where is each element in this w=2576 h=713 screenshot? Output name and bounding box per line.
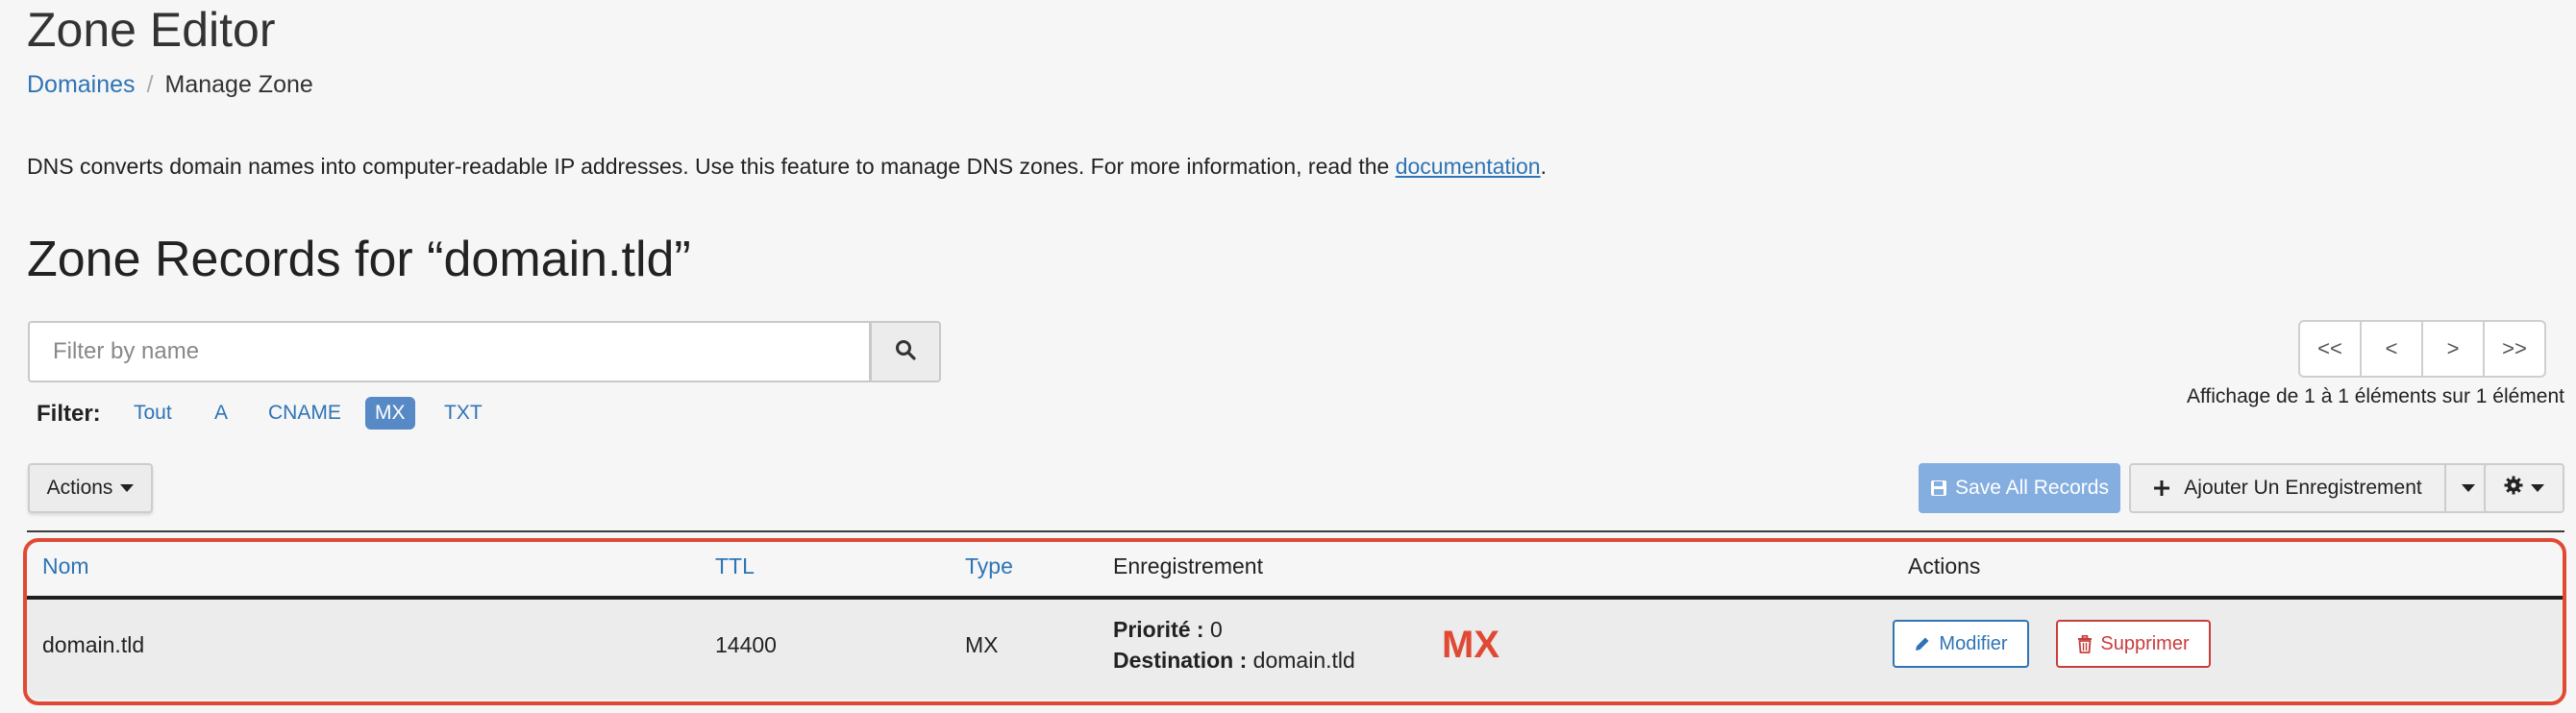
- caret-down-icon: [2462, 484, 2475, 492]
- save-all-records-button[interactable]: Save All Records: [1919, 463, 2120, 513]
- page-prev-button[interactable]: <: [2362, 322, 2423, 376]
- pagination: << < > >>: [2298, 320, 2546, 378]
- search-input[interactable]: [30, 323, 869, 381]
- add-record-button[interactable]: Ajouter Un Enregistrement: [2129, 463, 2446, 513]
- settings-dropdown-button[interactable]: [2484, 463, 2564, 513]
- filter-label: Filter:: [37, 401, 101, 427]
- page-title: Zone Editor: [27, 3, 276, 57]
- intro-text: DNS converts domain names into computer-…: [27, 151, 1547, 182]
- page-last-button[interactable]: >>: [2485, 322, 2544, 376]
- filter-txt[interactable]: TXT: [434, 397, 492, 430]
- breadcrumb-separator: /: [146, 71, 154, 98]
- intro-body: DNS converts domain names into computer-…: [27, 154, 1396, 179]
- save-icon: [1930, 479, 1947, 497]
- documentation-link[interactable]: documentation: [1396, 154, 1541, 179]
- caret-down-icon: [2531, 484, 2544, 492]
- filter-cname[interactable]: CNAME: [259, 397, 351, 430]
- breadcrumb-domaines-link[interactable]: Domaines: [27, 71, 136, 98]
- actions-label: Actions: [46, 477, 113, 499]
- highlight-frame: [23, 538, 2566, 705]
- page-first-button[interactable]: <<: [2300, 322, 2362, 376]
- gear-icon: [2504, 476, 2523, 501]
- plus-icon: [2153, 479, 2170, 497]
- intro-end: .: [1540, 154, 1547, 179]
- zone-records-title: Zone Records for “domain.tld”: [27, 232, 691, 287]
- filter-mx[interactable]: MX: [365, 397, 415, 430]
- breadcrumb: Domaines / Manage Zone: [27, 69, 313, 100]
- pagination-info: Affichage de 1 à 1 éléments sur 1 élémen…: [2186, 385, 2564, 407]
- search-icon: [895, 339, 916, 365]
- search-field: [28, 321, 871, 382]
- actions-dropdown-button[interactable]: Actions: [28, 463, 153, 513]
- filter-a[interactable]: A: [205, 397, 237, 430]
- breadcrumb-current: Manage Zone: [164, 71, 313, 98]
- table-top-divider: [27, 530, 2564, 532]
- add-record-label: Ajouter Un Enregistrement: [2184, 477, 2422, 499]
- search-button[interactable]: [870, 321, 941, 382]
- page-next-button[interactable]: >: [2423, 322, 2485, 376]
- filter-tout[interactable]: Tout: [124, 397, 182, 430]
- save-all-records-label: Save All Records: [1955, 477, 2109, 499]
- caret-down-icon: [120, 484, 135, 492]
